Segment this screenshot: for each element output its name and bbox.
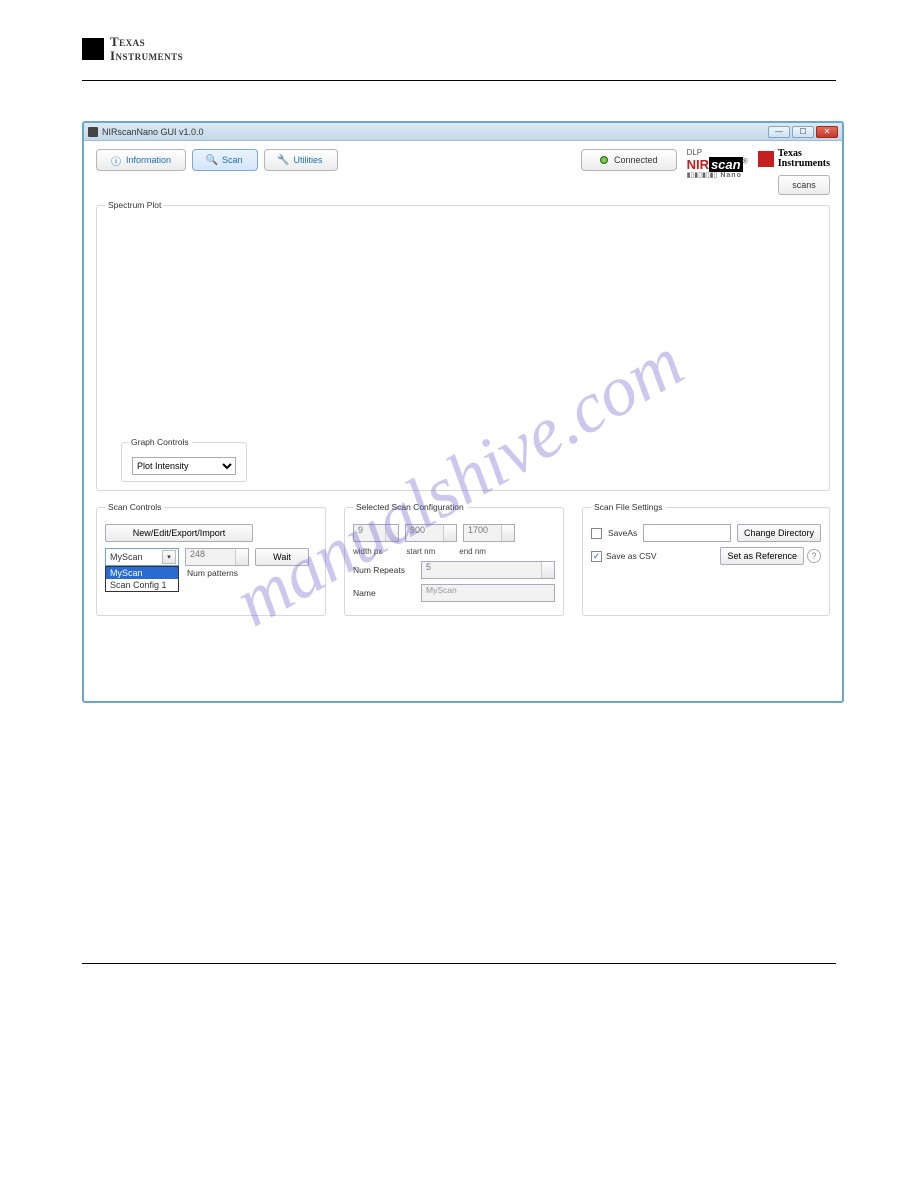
num-patterns-label: Num patterns: [187, 568, 238, 578]
window-titlebar: NIRscanNano GUI v1.0.0 — ☐ ✕: [84, 123, 842, 141]
chevron-down-icon: ▾: [162, 550, 176, 564]
scan-controls-group: Scan Controls New/Edit/Export/Import MyS…: [96, 507, 326, 616]
app-window: NIRscanNano GUI v1.0.0 — ☐ ✕ ⓘ Informati…: [82, 121, 844, 703]
connection-led-icon: [600, 156, 608, 164]
graph-mode-select[interactable]: Plot Intensity: [132, 457, 236, 475]
ti-small-line2: Instruments: [778, 158, 830, 169]
saveas-checkbox[interactable]: [591, 528, 602, 539]
ti-brand-text: Texas Instruments: [110, 35, 183, 62]
nirscan-logo: DLP NIRscan® ▮▯▮▯▮▯▮▯ Nano: [687, 149, 748, 180]
save-csv-checkbox[interactable]: ✓: [591, 551, 602, 562]
help-icon[interactable]: ?: [807, 549, 821, 563]
wait-label: Wait: [273, 552, 291, 562]
nano-deco-icon: ▮▯▮▯▮▯▮▯: [687, 172, 718, 179]
app-icon: [88, 127, 98, 137]
information-button[interactable]: ⓘ Information: [96, 149, 186, 171]
close-button[interactable]: ✕: [816, 126, 838, 138]
scan-file-settings-group: Scan File Settings SaveAs Change Directo…: [582, 507, 830, 616]
ti-brand-line1: Texas: [110, 35, 183, 49]
scan-controls-title: Scan Controls: [105, 502, 164, 512]
width-px-value: 9: [358, 525, 363, 535]
nano-label: Nano: [720, 172, 742, 179]
saveas-path-input[interactable]: [643, 524, 731, 542]
dropdown-list: MyScan Scan Config 1: [105, 566, 179, 592]
wrench-icon: 🔧: [279, 155, 289, 165]
new-btn-label: New/Edit/Export/Import: [133, 528, 226, 538]
dropdown-selected-value: MyScan: [110, 552, 143, 562]
end-nm-value: 1700: [468, 525, 488, 535]
utilities-label: Utilities: [294, 155, 323, 165]
end-nm-spinner[interactable]: 1700: [463, 524, 515, 542]
info-icon: ⓘ: [111, 155, 121, 165]
scan-name-value: MyScan: [426, 585, 457, 595]
start-nm-spinner[interactable]: 900: [405, 524, 457, 542]
saveas-label: SaveAs: [608, 528, 637, 538]
num-value: 248: [190, 549, 205, 559]
num-repeats-spinner[interactable]: 5: [421, 561, 555, 579]
nir-label: NIR: [687, 157, 709, 172]
save-csv-label: Save as CSV: [606, 551, 657, 561]
search-icon: 🔍: [207, 155, 217, 165]
num-patterns-spinner[interactable]: 248: [185, 548, 249, 566]
width-px-spinner[interactable]: 9: [353, 524, 399, 542]
change-dir-label: Change Directory: [744, 528, 814, 538]
spectrum-plot-group: Spectrum Plot Graph Controls Plot Intens…: [96, 205, 830, 491]
scan-name-input[interactable]: MyScan: [421, 584, 555, 602]
selected-config-title: Selected Scan Configuration: [353, 502, 467, 512]
ti-chip-icon: [82, 38, 104, 60]
num-repeats-label: Num Repeats: [353, 565, 415, 575]
selected-scan-config-group: Selected Scan Configuration 9 900 1700 w…: [344, 507, 564, 616]
minimize-button[interactable]: —: [768, 126, 790, 138]
ti-logo-small: Texas Instruments: [758, 149, 830, 169]
scan-box-label: scan: [709, 157, 743, 172]
maximize-button[interactable]: ☐: [792, 126, 814, 138]
scan-file-settings-title: Scan File Settings: [591, 502, 666, 512]
end-nm-label: end nm: [459, 547, 486, 556]
ti-brand-line2: Instruments: [110, 49, 183, 63]
graph-controls-title: Graph Controls: [128, 437, 192, 447]
utilities-button[interactable]: 🔧 Utilities: [264, 149, 338, 171]
start-nm-value: 900: [410, 525, 425, 535]
ti-chip-small-icon: [758, 151, 774, 167]
connected-label: Connected: [614, 155, 658, 165]
start-nm-label: start nm: [406, 547, 435, 556]
information-label: Information: [126, 155, 171, 165]
width-px-label: width px: [353, 547, 382, 556]
scan-config-dropdown[interactable]: MyScan ▾ MyScan Scan Config 1 Num patter…: [105, 548, 179, 566]
spectrum-plot-title: Spectrum Plot: [105, 200, 164, 210]
new-edit-export-import-button[interactable]: New/Edit/Export/Import: [105, 524, 253, 542]
bottom-rule: [82, 963, 836, 964]
scans-label: scans: [792, 180, 816, 190]
scans-button[interactable]: scans: [778, 175, 830, 195]
dropdown-item-myscan[interactable]: MyScan: [106, 567, 178, 579]
name-label: Name: [353, 588, 415, 598]
connected-button[interactable]: Connected: [581, 149, 677, 171]
change-directory-button[interactable]: Change Directory: [737, 524, 821, 542]
ti-logo-header: Texas Instruments: [82, 35, 836, 62]
dropdown-item-scanconfig1[interactable]: Scan Config 1: [106, 579, 178, 591]
scan-label: Scan: [222, 155, 243, 165]
graph-controls-group: Graph Controls Plot Intensity: [121, 442, 247, 482]
window-title: NIRscanNano GUI v1.0.0: [102, 127, 204, 137]
set-ref-label: Set as Reference: [727, 551, 797, 561]
wait-button[interactable]: Wait: [255, 548, 309, 566]
set-as-reference-button[interactable]: Set as Reference: [720, 547, 804, 565]
num-repeats-value: 5: [426, 562, 431, 572]
scan-button[interactable]: 🔍 Scan: [192, 149, 258, 171]
top-rule: [82, 80, 836, 81]
